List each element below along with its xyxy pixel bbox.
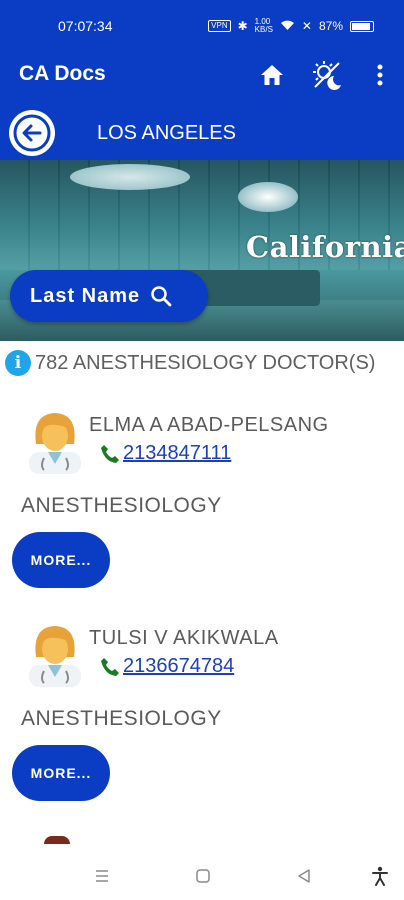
doctor-card: ELMA A ABAD-PELSANG 2134847111 ANESTHESI… xyxy=(0,400,404,590)
signal-icon: ✕ xyxy=(301,19,312,33)
doctor-avatar-icon xyxy=(29,413,81,474)
doctor-name: TULSI V AKIKWALA xyxy=(89,627,279,649)
results-summary: i 782 ANESTHESIOLOGY DOCTOR(S) xyxy=(5,350,375,376)
home-nav-button[interactable] xyxy=(191,864,215,888)
status-icons: VPN ✱ 1.00 KB/S ✕ 87% xyxy=(208,18,374,34)
surgical-lamp-image xyxy=(70,164,190,190)
more-button[interactable]: MORE... xyxy=(12,745,110,801)
last-name-search-button[interactable]: Last Name xyxy=(10,270,208,322)
hero-banner: California Last Name xyxy=(0,160,404,341)
network-speed-icon: 1.00 KB/S xyxy=(254,17,273,34)
doctor-card: TULSI V AKIKWALA 2136674784 ANESTHESIOLO… xyxy=(0,613,404,803)
accessibility-button[interactable] xyxy=(368,864,392,888)
phone-icon xyxy=(101,657,119,676)
battery-text: 87% xyxy=(318,19,343,33)
back-arrow-icon xyxy=(13,114,51,152)
home-square-icon xyxy=(196,869,210,883)
home-button[interactable] xyxy=(255,58,289,92)
back-triangle-icon xyxy=(298,869,310,883)
app-bar: CA Docs xyxy=(0,52,404,98)
recents-button[interactable] xyxy=(90,864,114,888)
theme-toggle-icon xyxy=(313,61,341,90)
more-button[interactable]: MORE... xyxy=(12,532,110,588)
doctor-name: ELMA A ABAD-PELSANG xyxy=(89,414,329,436)
doctor-phone-link[interactable]: 2134847111 xyxy=(99,442,231,465)
battery-icon xyxy=(350,20,374,32)
city-title: LOS ANGELES xyxy=(97,122,236,144)
app-title: CA Docs xyxy=(19,62,106,85)
accessibility-icon xyxy=(372,866,388,886)
doctor-specialty: ANESTHESIOLOGY xyxy=(21,494,222,517)
doctor-phone-link[interactable]: 2136674784 xyxy=(99,655,234,678)
overflow-menu-button[interactable] xyxy=(363,58,397,92)
overflow-menu-icon xyxy=(377,64,383,86)
status-time: 07:07:34 xyxy=(58,18,113,34)
surgical-lamp-image-2 xyxy=(238,182,298,212)
doctor-avatar-icon xyxy=(29,626,81,687)
back-nav-button[interactable] xyxy=(292,864,316,888)
status-bar: 07:07:34 VPN ✱ 1.00 KB/S ✕ 87% xyxy=(0,0,404,52)
next-doctor-avatar-peek xyxy=(44,836,70,844)
results-count-text: 782 ANESTHESIOLOGY DOCTOR(S) xyxy=(35,351,376,374)
wifi-icon xyxy=(280,19,295,34)
search-icon xyxy=(151,286,172,307)
vpn-icon: VPN xyxy=(208,20,231,32)
doctor-phone-number[interactable]: 2134847111 xyxy=(123,442,231,465)
bluetooth-icon: ✱ xyxy=(237,19,248,33)
system-nav-bar xyxy=(0,852,404,900)
search-button-label: Last Name xyxy=(30,284,141,307)
theme-toggle-button[interactable] xyxy=(310,58,344,92)
recents-icon xyxy=(96,870,108,882)
info-icon: i xyxy=(5,350,31,376)
doctor-phone-number[interactable]: 2136674784 xyxy=(123,655,234,678)
phone-icon xyxy=(101,444,119,463)
home-icon xyxy=(261,65,283,85)
city-header: LOS ANGELES xyxy=(0,98,404,160)
doctor-specialty: ANESTHESIOLOGY xyxy=(21,707,222,730)
banner-brand-text: California xyxy=(246,230,404,264)
back-button[interactable] xyxy=(9,110,55,156)
